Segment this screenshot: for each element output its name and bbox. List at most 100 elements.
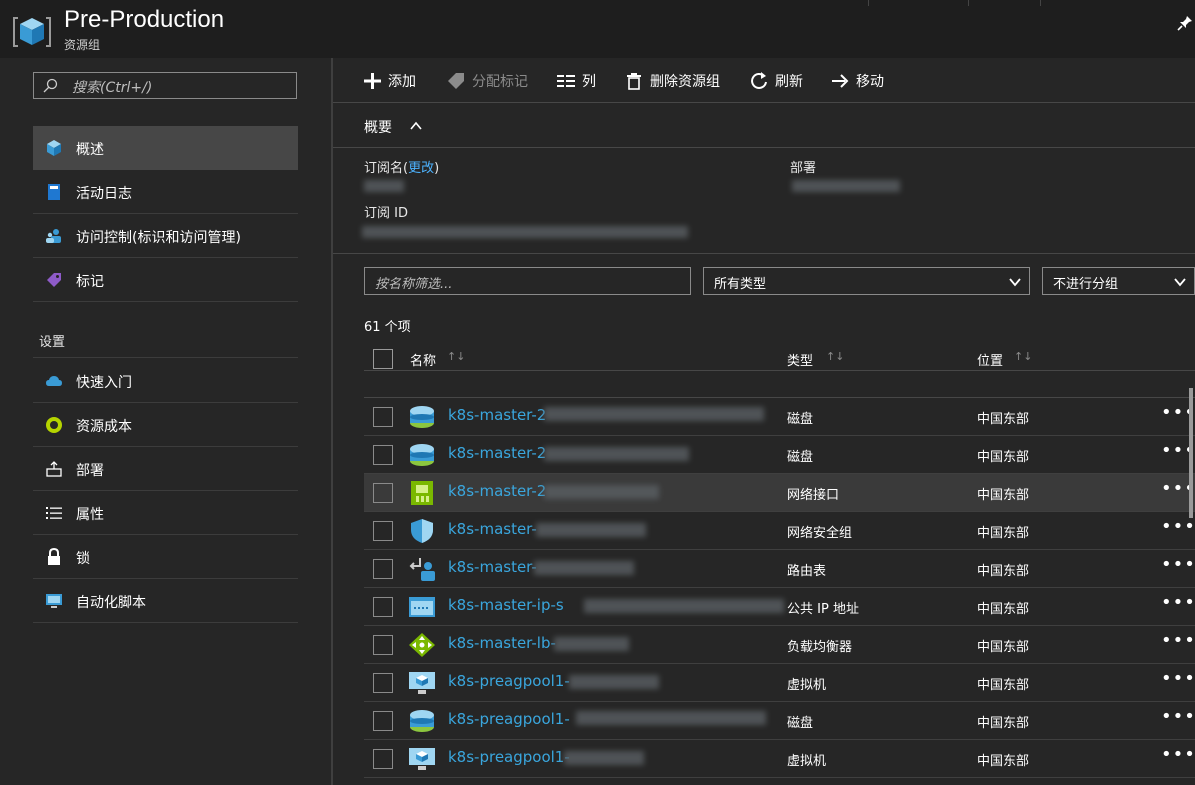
- table-row[interactable]: k8s-master-2 磁盘 中国东部 •••: [364, 436, 1195, 474]
- vm-icon: [409, 748, 435, 770]
- sidebar-item-properties[interactable]: 属性: [33, 491, 298, 535]
- row-checkbox[interactable]: [373, 483, 393, 503]
- sidebar-item-activity-log[interactable]: 活动日志: [33, 170, 298, 214]
- sidebar-item-label: 属性: [76, 507, 104, 523]
- cube-icon: [47, 140, 61, 156]
- sidebar-item-label: 概述: [76, 142, 104, 158]
- redacted-value: [564, 751, 644, 765]
- columns-button[interactable]: 列: [556, 70, 596, 92]
- sidebar-item-label: 快速入门: [76, 375, 132, 391]
- chevron-down-icon: [1009, 278, 1021, 287]
- row-checkbox[interactable]: [373, 673, 393, 693]
- list-scrollbar[interactable]: [1189, 388, 1193, 518]
- subscription-name-text: 订阅名: [364, 161, 404, 176]
- row-checkbox[interactable]: [373, 559, 393, 579]
- resource-name-link[interactable]: k8s-preagpool1-: [448, 672, 570, 690]
- resource-name-link[interactable]: k8s-preagpool1-: [448, 710, 570, 728]
- sidebar-item-quickstart[interactable]: 快速入门: [33, 359, 298, 403]
- sidebar-item-label: 自动化脚本: [76, 595, 146, 611]
- sidebar-item-locks[interactable]: 锁: [33, 535, 298, 579]
- more-actions-button[interactable]: •••: [1161, 668, 1195, 689]
- row-checkbox[interactable]: [373, 521, 393, 541]
- divider: [364, 370, 1195, 371]
- subscription-id-label: 订阅 ID: [364, 206, 408, 221]
- more-actions-button[interactable]: •••: [1161, 744, 1195, 765]
- assign-tags-button[interactable]: 分配标记: [446, 70, 528, 92]
- row-checkbox[interactable]: [373, 635, 393, 655]
- table-row[interactable]: k8s-preagpool1- 虚拟机 中国东部 •••: [364, 740, 1195, 778]
- table-row[interactable]: k8s-master- 网络安全组 中国东部 •••: [364, 512, 1195, 550]
- sort-icon[interactable]: ↑↓: [447, 350, 465, 363]
- grouping-select[interactable]: 不进行分组: [1042, 267, 1195, 295]
- chevron-up-icon[interactable]: [409, 119, 423, 133]
- log-book-icon: [48, 184, 60, 200]
- row-checkbox[interactable]: [373, 445, 393, 465]
- resource-name-link[interactable]: k8s-master-2: [448, 482, 546, 500]
- sidebar-item-resource-cost[interactable]: 资源成本: [33, 403, 298, 447]
- sidebar-item-tags[interactable]: 标记: [33, 258, 298, 302]
- divider: [33, 357, 298, 358]
- resource-location: 中国东部: [977, 412, 1030, 427]
- table-row[interactable]: k8s-master- 路由表 中国东部 •••: [364, 550, 1195, 588]
- table-row[interactable]: k8s-preagpool1- 磁盘 中国东部 •••: [364, 702, 1195, 740]
- columns-icon: [557, 75, 575, 87]
- more-actions-button[interactable]: •••: [1161, 516, 1195, 537]
- type-filter-select[interactable]: 所有类型: [703, 267, 1030, 295]
- divider: [968, 0, 969, 6]
- essentials-title[interactable]: 概要: [364, 117, 392, 137]
- sidebar-item-overview[interactable]: 概述: [33, 126, 298, 170]
- resource-name-link[interactable]: k8s-master-: [448, 520, 537, 538]
- column-header-name[interactable]: 名称: [410, 350, 436, 369]
- resource-name-link[interactable]: k8s-master-lb-: [448, 634, 556, 652]
- more-actions-button[interactable]: •••: [1161, 554, 1195, 575]
- divider: [333, 147, 1195, 148]
- paren-close: ): [434, 161, 440, 176]
- resource-name-link[interactable]: k8s-master-2: [448, 406, 546, 424]
- redacted-value: [364, 180, 404, 192]
- row-checkbox[interactable]: [373, 597, 393, 617]
- resource-name-link[interactable]: k8s-master-ip-s: [448, 596, 564, 614]
- table-row[interactable]: k8s-master-ip-s 公共 IP 地址 中国东部 •••: [364, 588, 1195, 626]
- row-checkbox[interactable]: [373, 407, 393, 427]
- more-actions-button[interactable]: •••: [1161, 630, 1195, 651]
- select-all-checkbox[interactable]: [373, 349, 393, 369]
- name-filter-input[interactable]: 按名称筛选...: [364, 267, 691, 295]
- row-checkbox[interactable]: [373, 749, 393, 769]
- column-header-type[interactable]: 类型: [787, 350, 813, 369]
- sort-icon[interactable]: ↑↓: [1014, 350, 1032, 363]
- sidebar-item-automation-script[interactable]: 自动化脚本: [33, 579, 298, 623]
- grouping-value: 不进行分组: [1053, 277, 1119, 292]
- resource-location: 中国东部: [977, 564, 1030, 579]
- deploy-icon: [46, 461, 62, 477]
- table-row[interactable]: k8s-preagpool1- 虚拟机 中国东部 •••: [364, 664, 1195, 702]
- more-actions-button[interactable]: •••: [1161, 706, 1195, 727]
- table-row[interactable]: k8s-master-lb- 负载均衡器 中国东部 •••: [364, 626, 1195, 664]
- settings-section-header: 设置: [39, 335, 66, 350]
- table-row[interactable]: k8s-master-2 网络接口 中国东部 •••: [364, 474, 1195, 512]
- pin-icon[interactable]: [1176, 14, 1194, 32]
- sidebar-item-deployments[interactable]: 部署: [33, 447, 298, 491]
- move-button[interactable]: 移动: [830, 70, 884, 92]
- refresh-button[interactable]: 刷新: [749, 70, 803, 92]
- table-row[interactable]: k8s-master-2 磁盘 中国东部 •••: [364, 398, 1195, 436]
- resource-name-link[interactable]: k8s-master-2: [448, 444, 546, 462]
- move-label: 移动: [856, 74, 884, 90]
- resource-location: 中国东部: [977, 488, 1030, 503]
- search-input[interactable]: 搜索(Ctrl+/): [33, 72, 297, 99]
- redacted-value: [576, 711, 766, 725]
- more-actions-button[interactable]: •••: [1161, 592, 1195, 613]
- add-button[interactable]: 添加: [362, 70, 416, 92]
- redacted-value: [362, 226, 688, 238]
- resource-name-link[interactable]: k8s-master-: [448, 558, 537, 576]
- resource-name-link[interactable]: k8s-preagpool1-: [448, 748, 570, 766]
- change-subscription-link[interactable]: 更改: [408, 161, 434, 176]
- delete-resource-group-button[interactable]: 删除资源组: [624, 70, 720, 92]
- properties-icon: [46, 507, 62, 519]
- resource-type: 虚拟机: [787, 754, 827, 769]
- sort-icon[interactable]: ↑↓: [826, 350, 844, 363]
- row-checkbox[interactable]: [373, 711, 393, 731]
- column-header-location[interactable]: 位置: [977, 350, 1003, 369]
- sidebar-item-access-control[interactable]: 访问控制(标识和访问管理): [33, 214, 298, 258]
- public-ip-icon: [409, 597, 435, 617]
- sidebar-item-label: 资源成本: [76, 419, 132, 435]
